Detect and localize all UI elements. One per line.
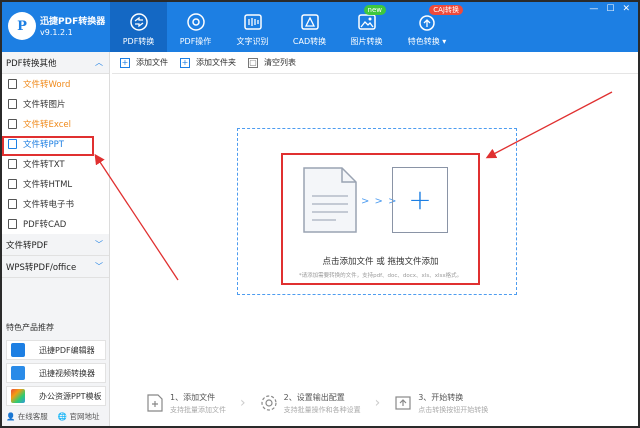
- tab-text-recognize[interactable]: 文字识别: [224, 2, 281, 52]
- file-icon: [8, 199, 17, 209]
- tab-special-convert[interactable]: CAJ转换 特色转换 ▾: [395, 2, 463, 52]
- file-icon: [8, 79, 17, 89]
- step-add-file: 1、添加文件 支持批量添加文件: [146, 392, 226, 415]
- app-version: v9.1.2.1: [40, 28, 73, 37]
- convert-icon: [129, 13, 148, 31]
- sidebar-item-to-image[interactable]: 文件转图片: [2, 94, 109, 114]
- sidebar-category-to-pdf[interactable]: 文件转PDF ﹀: [2, 234, 109, 256]
- cad-icon: [300, 14, 319, 30]
- minimize-button[interactable]: —: [589, 4, 598, 14]
- tab-pdf-operate[interactable]: PDF操作: [167, 2, 224, 52]
- app-name: 迅捷PDF转换器: [40, 17, 106, 27]
- sidebar-category-wps[interactable]: WPS转PDF/office ﹀: [2, 256, 109, 278]
- gear-icon: [261, 395, 277, 411]
- plus-icon: +: [408, 183, 432, 216]
- chevron-down-icon: ﹀: [95, 240, 103, 249]
- file-icon: [8, 159, 17, 169]
- highlight-selected-item: [2, 136, 94, 156]
- step-separator: ›: [240, 395, 246, 411]
- convert-start-icon: [395, 396, 411, 410]
- website-link[interactable]: 🌐 官网地址: [58, 411, 100, 422]
- promo-video-converter[interactable]: 迅捷视频转换器: [6, 363, 106, 383]
- sidebar-item-pdf-to-cad[interactable]: PDF转CAD: [2, 214, 109, 234]
- step-settings: 2、设置输出配置 支持批量操作和各种设置: [260, 392, 361, 415]
- promo-pdf-editor[interactable]: 迅捷PDF编辑器: [6, 340, 106, 360]
- sidebar: PDF转换其他 ︿ 文件转Word 文件转图片 文件转Excel 文件转PPT 文…: [2, 52, 110, 426]
- maximize-button[interactable]: ☐: [606, 4, 614, 14]
- drop-zone-hint: *请添加需要转换的文件，支持pdf、doc、docx、xls、xlsx格式。: [298, 273, 463, 279]
- sidebar-item-to-excel[interactable]: 文件转Excel: [2, 114, 109, 134]
- promo-title: 特色产品推荐: [6, 323, 54, 332]
- top-bar: P 迅捷PDF转换器 v9.1.2.1 PDF转换 PDF操作 文字识别 CAD…: [2, 2, 638, 52]
- sidebar-item-to-html[interactable]: 文件转HTML: [2, 174, 109, 194]
- ppt-template-icon: [11, 389, 25, 403]
- add-file-box[interactable]: +: [392, 167, 448, 233]
- new-badge: new: [363, 5, 386, 15]
- pdf-editor-icon: [11, 343, 25, 357]
- text-recognize-icon: [243, 14, 262, 30]
- steps-bar: 1、添加文件 支持批量添加文件 › 2、设置输出配置 支持批量操作和各种设置 › 3…: [112, 380, 638, 426]
- main-toolbar: + 添加文件 + 添加文件夹 ▢ 清空列表: [112, 52, 638, 74]
- special-icon: [419, 15, 435, 31]
- tab-cad-convert[interactable]: CAD转换: [281, 2, 338, 52]
- window-controls: — ☐ ✕: [589, 4, 630, 14]
- sidebar-category-pdf-convert-other[interactable]: PDF转换其他 ︿: [2, 52, 109, 74]
- add-folder-button[interactable]: + 添加文件夹: [180, 57, 236, 68]
- plus-icon: +: [120, 57, 130, 68]
- file-icon: [8, 119, 17, 129]
- drop-zone-text: 点击添加文件 或 拖拽文件添加: [322, 257, 439, 267]
- close-button[interactable]: ✕: [622, 4, 630, 14]
- folder-plus-icon: +: [180, 57, 190, 68]
- clear-list-button[interactable]: ▢ 清空列表: [248, 57, 296, 68]
- pdf-operate-icon: [186, 13, 205, 31]
- app-logo: P: [8, 12, 36, 40]
- caj-badge: CAJ转换: [429, 5, 463, 15]
- file-icon: [8, 219, 17, 229]
- document-icon: [303, 167, 357, 233]
- tab-pdf-convert[interactable]: PDF转换: [110, 2, 167, 52]
- online-service-link[interactable]: 👤 在线客服: [6, 411, 48, 422]
- step-start: 3、开始转换 点击转换按钮开始转换: [394, 392, 488, 415]
- trash-icon: ▢: [248, 57, 258, 68]
- add-file-button[interactable]: + 添加文件: [120, 57, 168, 68]
- promo-ppt-template[interactable]: 办公资源PPT模板: [6, 386, 106, 406]
- step-separator: ›: [374, 395, 381, 411]
- file-plus-icon: [147, 394, 163, 412]
- sidebar-item-to-txt[interactable]: 文件转TXT: [2, 154, 109, 174]
- file-icon: [8, 179, 17, 189]
- sidebar-footer: 👤 在线客服 🌐 官网地址: [6, 411, 99, 422]
- video-converter-icon: [11, 366, 25, 380]
- sidebar-item-to-word[interactable]: 文件转Word: [2, 74, 109, 94]
- chevron-down-icon: ﹀: [95, 262, 103, 271]
- sidebar-item-to-ebook[interactable]: 文件转电子书: [2, 194, 109, 214]
- file-icon: [8, 99, 17, 109]
- image-icon: [357, 14, 376, 30]
- main-nav: PDF转换 PDF操作 文字识别 CAD转换 new 图片转换 CAJ转换 特色…: [110, 2, 463, 52]
- chevron-up-icon: ︿: [95, 58, 103, 67]
- tab-image-convert[interactable]: new 图片转换: [338, 2, 395, 52]
